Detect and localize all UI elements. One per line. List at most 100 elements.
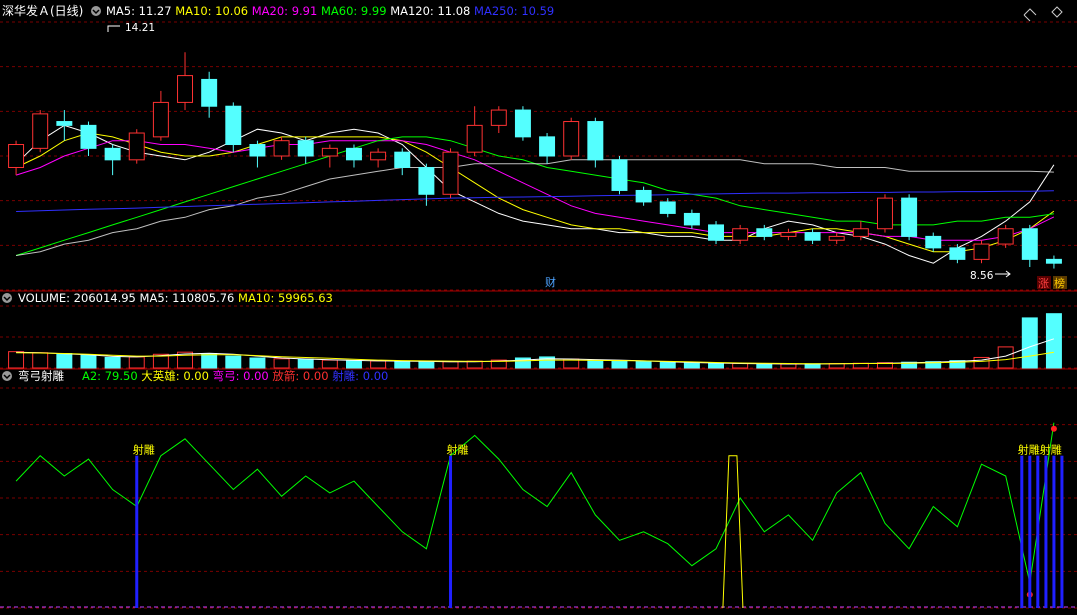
volume-bar <box>659 361 676 369</box>
volume-bar <box>201 353 218 369</box>
candle-body <box>177 75 194 103</box>
volume-bar <box>225 355 242 369</box>
settings-toggle-icon[interactable] <box>91 6 101 16</box>
volume-bar <box>418 360 435 369</box>
diamond-icon[interactable] <box>1051 6 1063 18</box>
low-price-label: 8.56 <box>970 270 994 282</box>
dayingxiong-signal <box>722 455 744 609</box>
volume-legend-item-0: VOLUME: 206014.95 <box>18 291 140 305</box>
high-price-marker <box>107 25 120 32</box>
candle-body <box>732 228 749 241</box>
a2-line <box>15 422 1055 583</box>
zoom-icon[interactable] <box>1023 8 1037 22</box>
candle-body <box>201 78 218 107</box>
shediao-bar <box>1052 455 1056 608</box>
limit-up-badge[interactable]: 涨 <box>1038 277 1049 290</box>
shediao-bar <box>449 455 453 608</box>
volume-bar <box>683 362 700 369</box>
candle-body <box>1045 258 1062 264</box>
candle-body <box>876 197 893 230</box>
volume-bar <box>8 351 25 369</box>
candle-body <box>80 124 97 149</box>
low-price-marker <box>995 270 1011 278</box>
candle-body <box>225 105 242 146</box>
volume-bar <box>756 363 773 369</box>
candle-body <box>8 144 25 168</box>
candle-body <box>297 140 314 157</box>
candle-body <box>901 197 918 237</box>
volume-bar <box>708 362 725 369</box>
volume-bar <box>56 353 73 369</box>
volume-bar <box>394 360 411 369</box>
ma-legend-item-5: MA250: 10.59 <box>474 4 554 18</box>
ma-line-ma5 <box>15 124 1055 264</box>
stock-title: 深华发Ａ(日线) <box>2 3 83 18</box>
volume-bar <box>587 359 604 369</box>
volume-legend-item-2: MA10: 59965.63 <box>238 291 333 305</box>
indicator-toggle-icon[interactable] <box>2 371 12 381</box>
shediao-bar <box>1036 455 1040 608</box>
candle-body <box>997 228 1014 245</box>
candle-body <box>345 147 362 161</box>
volume-legend: VOLUME: 206014.95 MA5: 110805.76 MA10: 5… <box>18 291 333 305</box>
volume-bar <box>80 354 97 369</box>
shediao-bar <box>135 455 139 608</box>
candle-body <box>104 147 121 161</box>
ma-legend-item-1: MA10: 10.06 <box>175 4 252 18</box>
stock-chart: 射雕 射雕 射雕射雕 深华发Ａ(日线) MA5: 11.27 MA10: 10.06… <box>0 3 1077 609</box>
volume-bar <box>321 359 338 369</box>
candle-body <box>466 124 483 153</box>
ma-line-ma60 <box>15 136 1054 256</box>
candle-body <box>756 228 773 237</box>
candle-body <box>635 189 652 203</box>
candle-body <box>418 166 435 195</box>
indicator-legend: A2: 79.50 大英雄: 0.00 弯弓: 0.00 放箭: 0.00 射雕… <box>82 369 388 383</box>
candle-body <box>321 147 338 157</box>
candle-body <box>659 201 676 214</box>
volume-bar <box>128 356 145 369</box>
indicator-legend-item-2: 弯弓: 0.00 <box>213 369 273 383</box>
shediao-bar <box>1044 455 1048 608</box>
volume-bar <box>780 363 797 369</box>
indicator-legend-item-3: 放箭: 0.00 <box>272 369 332 383</box>
candle-body <box>152 101 169 138</box>
shediao-bar <box>1020 455 1024 608</box>
indicator-title: 弯弓射雕 <box>18 369 64 383</box>
high-price-label: 14.21 <box>125 22 155 34</box>
candle-body <box>611 159 628 191</box>
shediao-label: 射雕 <box>447 443 469 457</box>
candle-body <box>708 224 725 241</box>
ma-legend-item-0: MA5: 11.27 <box>106 4 175 18</box>
shediao-bar <box>1028 455 1032 608</box>
volume-bar <box>249 357 266 369</box>
candle-body <box>683 212 700 226</box>
candle-body <box>539 136 556 157</box>
indicator-legend-item-0: A2: 79.50 <box>82 369 141 383</box>
volume-bar <box>297 358 314 369</box>
ma-legend-item-2: MA20: 9.91 <box>252 4 321 18</box>
volume-ma-line-ma10 <box>16 351 1054 365</box>
candle-body <box>804 232 821 241</box>
candle-body <box>852 228 869 237</box>
finance-marker[interactable]: 财 <box>545 275 556 289</box>
indicator-legend-item-1: 大英雄: 0.00 <box>141 369 212 383</box>
volume-bar <box>273 358 290 369</box>
volume-toggle-icon[interactable] <box>2 293 12 303</box>
volume-bar <box>104 356 121 369</box>
indicator-panel: 射雕 射雕 射雕射雕 <box>15 422 1064 609</box>
candle-body <box>925 235 942 249</box>
ranking-badge[interactable]: 榜 <box>1054 276 1065 290</box>
volume-bar <box>442 361 459 369</box>
shediao-label: 射雕 <box>133 443 155 457</box>
ma-legend-item-3: MA60: 9.99 <box>321 4 390 18</box>
candle-body <box>442 151 459 195</box>
candle-body <box>394 151 411 168</box>
volume-legend-item-1: MA5: 110805.76 <box>140 291 238 305</box>
shediao-label-group: 射雕射雕 <box>1018 443 1062 457</box>
volume-bar <box>732 363 749 369</box>
candle-body <box>32 113 49 149</box>
candle-body <box>828 235 845 241</box>
ma-legend: MA5: 11.27 MA10: 10.06 MA20: 9.91 MA60: … <box>106 4 554 18</box>
candle-body <box>370 151 387 161</box>
candle-body <box>949 247 966 260</box>
